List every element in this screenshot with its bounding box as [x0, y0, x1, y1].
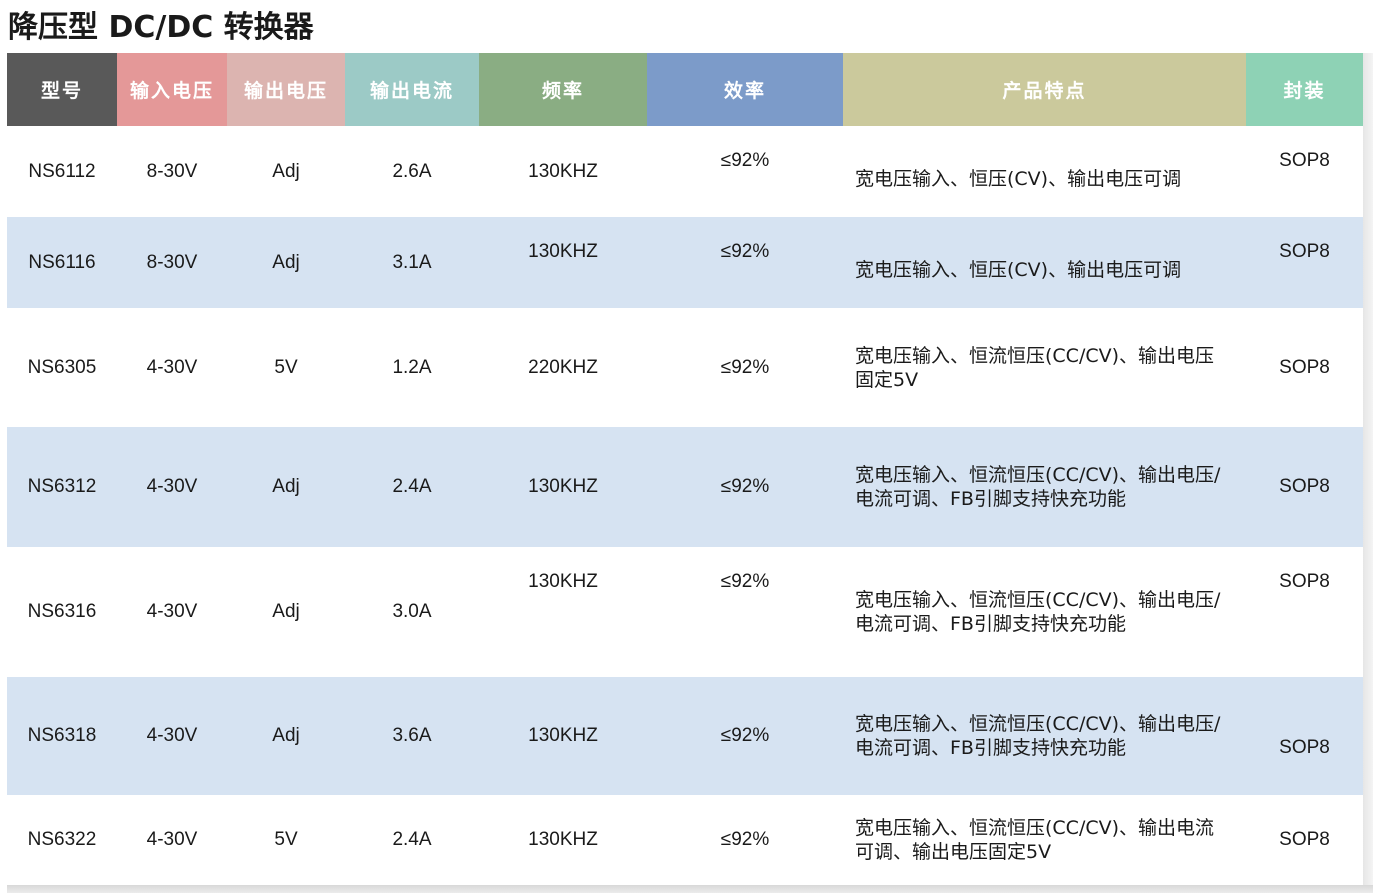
cell-frequency: 220KHZ — [528, 356, 598, 378]
cell-efficiency: ≤92% — [720, 241, 770, 262]
cell-input-voltage: 4-30V — [146, 356, 198, 378]
converter-table: 型号 输入电压 输出电压 输出电流 频率 效率 产品特点 封装 NS6112 8-… — [7, 53, 1363, 885]
cell-frequency: 130KHZ — [528, 571, 598, 592]
cell-efficiency: ≤92% — [720, 571, 770, 592]
table-row: NS6112 8-30V Adj 2.6A 130KHZ ≤92% 宽电压输入、恒压(CV)… — [7, 126, 1363, 217]
cell-input-voltage: 8-30V — [146, 160, 198, 182]
cell-input-voltage: 4-30V — [146, 601, 198, 622]
cell-frequency: 130KHZ — [528, 476, 598, 497]
cell-output-voltage: Adj — [272, 476, 300, 497]
cell-package: SOP8 — [1279, 150, 1330, 171]
cell-package: SOP8 — [1279, 829, 1330, 850]
header-features: 产品特点 — [843, 53, 1246, 126]
cell-output-voltage: Adj — [272, 160, 300, 182]
cell-model: NS6316 — [27, 601, 97, 622]
cell-efficiency: ≤92% — [720, 829, 770, 850]
cell-features: 宽电压输入、恒压(CV)、输出电压可调 — [855, 167, 1182, 190]
cell-output-current: 3.0A — [392, 601, 432, 622]
cell-input-voltage: 4-30V — [146, 476, 198, 497]
table-row: NS6322 4-30V 5V 2.4A 130KHZ ≤92% 宽电压输入、恒流恒压(CC… — [7, 795, 1363, 885]
table-row: NS6305 4-30V 5V 1.2A 220KHZ ≤92% 宽电压输入、恒流恒压(CC… — [7, 308, 1363, 427]
cell-output-current: 2.6A — [392, 160, 432, 182]
cell-features: 宽电压输入、恒压(CV)、输出电压可调 — [855, 258, 1182, 281]
table-row: NS6116 8-30V Adj 3.1A 130KHZ ≤92% 宽电压输入、恒压(CV)… — [7, 217, 1363, 308]
cell-model: NS6116 — [28, 251, 96, 273]
header-output-current: 输出电流 — [345, 53, 479, 126]
cell-package: SOP8 — [1279, 356, 1330, 378]
cell-output-voltage: Adj — [272, 601, 300, 622]
cell-frequency: 130KHZ — [528, 829, 598, 850]
cell-output-current: 3.1A — [392, 251, 432, 273]
cell-output-current: 2.4A — [392, 829, 432, 850]
header-model: 型号 — [7, 53, 117, 126]
cell-efficiency: ≤92% — [720, 150, 770, 171]
table-header-row: 型号 输入电压 输出电压 输出电流 频率 效率 产品特点 封装 — [7, 53, 1363, 126]
header-frequency: 频率 — [479, 53, 647, 126]
header-package: 封装 — [1246, 53, 1363, 126]
cell-frequency: 130KHZ — [528, 725, 598, 746]
cell-model: NS6305 — [27, 356, 97, 378]
cell-features: 宽电压输入、恒流恒压(CC/CV)、输出电流 可调、输出电压固定5V — [855, 817, 1215, 863]
cell-frequency: 130KHZ — [528, 241, 598, 262]
table-row: NS6316 4-30V Adj 3.0A 130KHZ ≤92% 宽电压输入、恒流恒压(C… — [7, 547, 1363, 677]
cell-efficiency: ≤92% — [720, 725, 770, 746]
cell-features: 宽电压输入、恒流恒压(CC/CV)、输出电压 固定5V — [855, 344, 1215, 391]
header-efficiency: 效率 — [647, 53, 843, 126]
cell-output-current: 1.2A — [392, 356, 432, 378]
table-shadow — [1363, 53, 1373, 893]
cell-model: NS6312 — [27, 476, 97, 497]
cell-output-current: 3.6A — [392, 725, 432, 746]
cell-model: NS6322 — [27, 829, 97, 850]
cell-efficiency: ≤92% — [720, 476, 770, 497]
table-row: NS6318 4-30V Adj 3.6A 130KHZ ≤92% 宽电压输入、恒流恒压(C… — [7, 677, 1363, 795]
cell-output-voltage: 5V — [274, 829, 298, 850]
header-input-voltage: 输入电压 — [117, 53, 227, 126]
cell-model: NS6318 — [27, 725, 97, 746]
cell-package: SOP8 — [1279, 241, 1330, 262]
cell-package: SOP8 — [1279, 737, 1330, 758]
cell-features: 宽电压输入、恒流恒压(CC/CV)、输出电压/ 电流可调、FB引脚支持快充功能 — [855, 713, 1221, 759]
cell-output-voltage: Adj — [272, 725, 300, 746]
cell-input-voltage: 4-30V — [146, 829, 198, 850]
cell-output-current: 2.4A — [392, 476, 432, 497]
cell-output-voltage: Adj — [272, 251, 300, 273]
cell-package: SOP8 — [1279, 571, 1330, 592]
cell-input-voltage: 4-30V — [146, 725, 198, 746]
cell-model: NS6112 — [28, 160, 96, 182]
cell-efficiency: ≤92% — [720, 356, 770, 378]
cell-features: 宽电压输入、恒流恒压(CC/CV)、输出电压/ 电流可调、FB引脚支持快充功能 — [855, 589, 1221, 635]
cell-package: SOP8 — [1279, 476, 1330, 497]
cell-features: 宽电压输入、恒流恒压(CC/CV)、输出电压/ 电流可调、FB引脚支持快充功能 — [855, 464, 1221, 510]
page-title: 降压型 DC/DC 转换器 — [8, 10, 314, 45]
cell-frequency: 130KHZ — [528, 160, 598, 182]
table-shadow — [7, 885, 1373, 893]
header-output-voltage: 输出电压 — [227, 53, 345, 126]
cell-output-voltage: 5V — [274, 356, 298, 378]
cell-input-voltage: 8-30V — [146, 251, 198, 273]
table-row: NS6312 4-30V Adj 2.4A 130KHZ ≤92% 宽电压输入、恒流恒压(C… — [7, 427, 1363, 547]
